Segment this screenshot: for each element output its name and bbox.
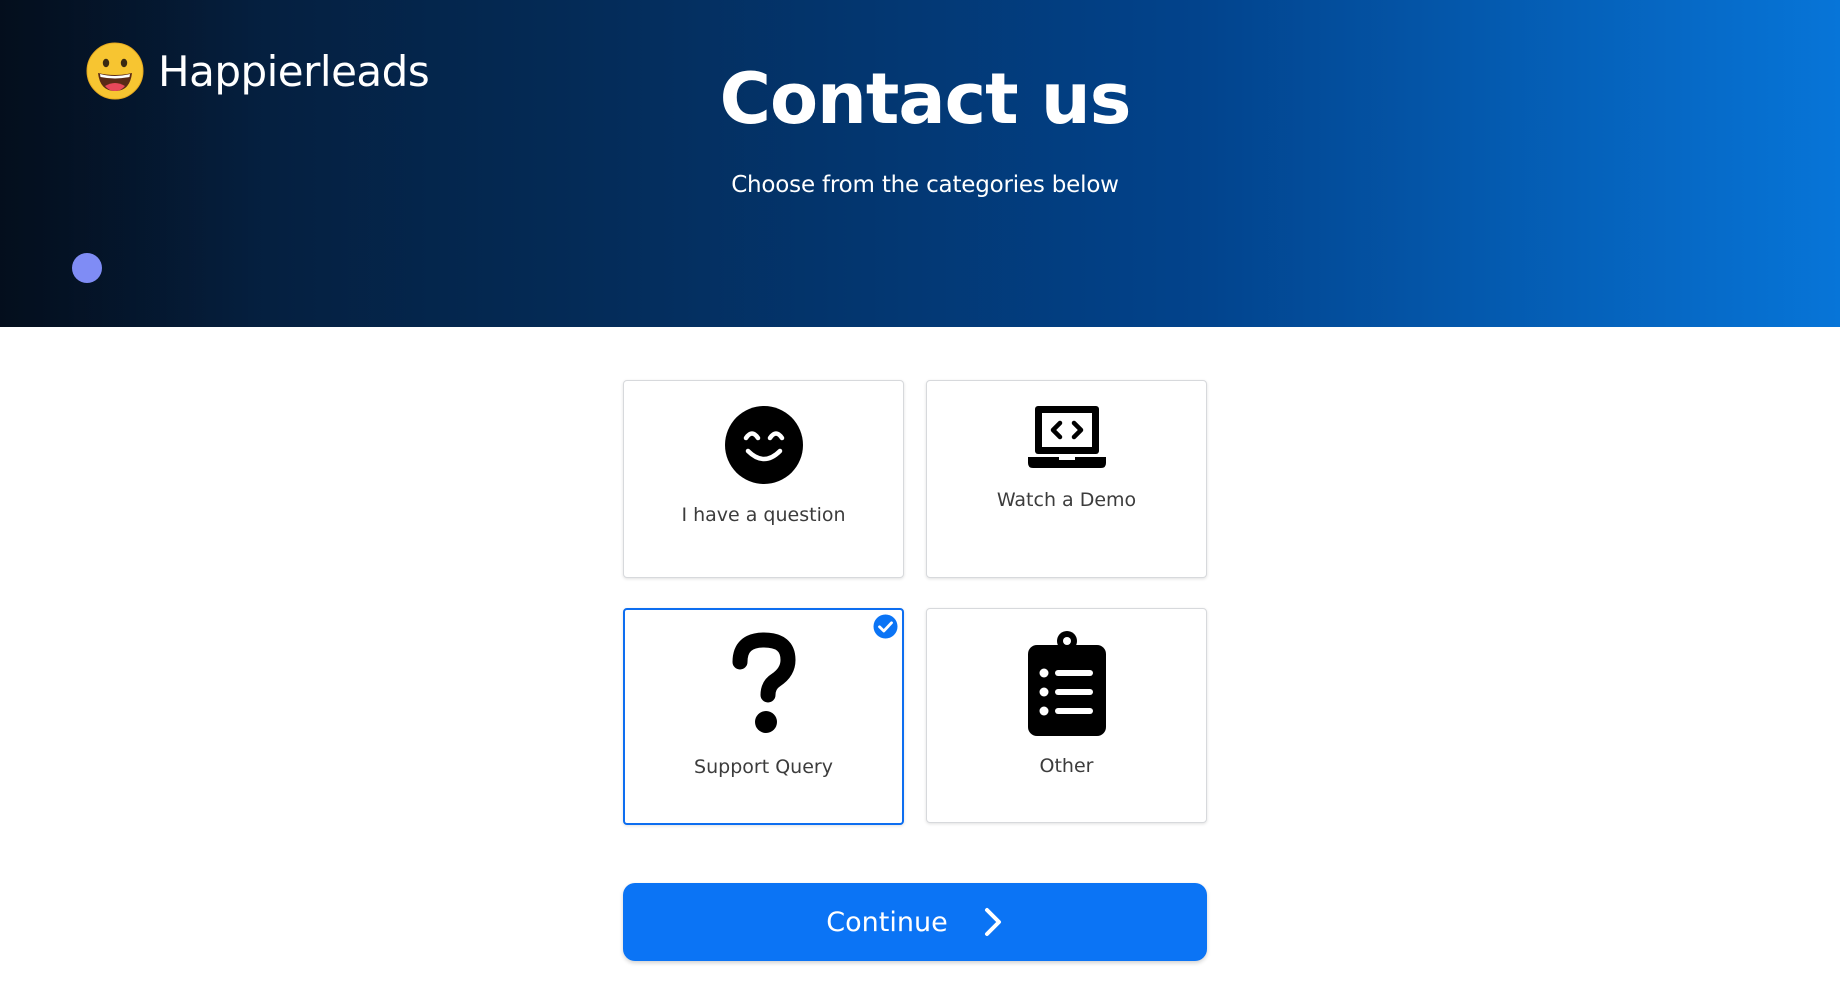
contact-page: Happierleads Contact us Choose from the … [0, 0, 1840, 996]
page-subtitle: Choose from the categories below [731, 172, 1119, 198]
hero-banner: Happierleads Contact us Choose from the … [0, 0, 1840, 327]
option-label: I have a question [681, 504, 846, 526]
smiling-face-icon [724, 406, 803, 484]
continue-button[interactable]: Continue [623, 883, 1207, 961]
decorative-dot [72, 253, 102, 283]
page-title: Contact us [719, 58, 1132, 140]
checkmark-circle-icon [873, 614, 898, 639]
chevron-right-icon [984, 908, 1001, 936]
clipboard-list-icon [1027, 631, 1106, 736]
continue-label: Continue [826, 906, 948, 938]
question-mark-icon [732, 632, 795, 733]
option-label: Support Query [694, 756, 833, 778]
option-label: Other [1039, 755, 1094, 777]
option-label: Watch a Demo [996, 489, 1137, 511]
option-card-other[interactable]: Other [926, 608, 1207, 823]
option-card-question[interactable]: I have a question [623, 380, 904, 578]
option-card-support[interactable]: Support Query [623, 608, 904, 825]
laptop-code-icon [1027, 406, 1106, 468]
option-card-demo[interactable]: Watch a Demo [926, 380, 1207, 578]
